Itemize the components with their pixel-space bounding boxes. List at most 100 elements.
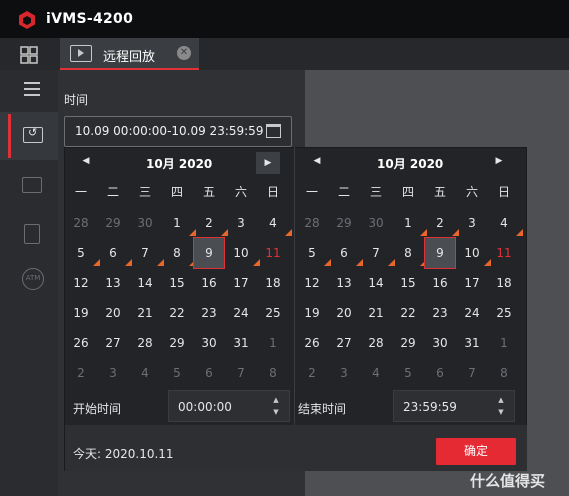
day-cell[interactable]: 5 [162,359,192,387]
day-cell[interactable]: 13 [98,269,128,297]
list-icon[interactable] [22,177,42,193]
day-cell[interactable]: 12 [66,269,96,297]
day-cell[interactable]: 15 [393,269,423,297]
day-cell[interactable]: 5 [66,239,100,267]
day-cell[interactable]: 2 [425,209,459,237]
day-cell[interactable]: 4 [361,359,391,387]
day-cell[interactable]: 28 [297,209,327,237]
day-cell[interactable]: 7 [457,359,487,387]
grid-menu-icon[interactable] [20,46,38,64]
next-month-button-start[interactable]: ▶ [256,152,280,174]
spin-down-icon[interactable]: ▼ [271,408,281,417]
day-cell[interactable]: 7 [361,239,395,267]
day-cell[interactable]: 20 [98,299,128,327]
day-cell[interactable]: 1 [489,329,519,357]
day-cell[interactable]: 6 [194,359,224,387]
day-cell[interactable]: 17 [457,269,487,297]
day-cell[interactable]: 19 [66,299,96,327]
day-cell[interactable]: 4 [489,209,523,237]
day-cell[interactable]: 7 [226,359,256,387]
day-cell[interactable]: 3 [98,359,128,387]
day-cell[interactable]: 2 [194,209,228,237]
day-cell[interactable]: 28 [130,329,160,357]
selected-day-cell[interactable]: 9 [424,237,456,269]
day-cell[interactable]: 1 [393,209,427,237]
day-cell[interactable]: 28 [361,329,391,357]
day-cell[interactable]: 29 [98,209,128,237]
day-cell[interactable]: 8 [393,239,427,267]
day-cell[interactable]: 18 [258,269,288,297]
day-cell[interactable]: 25 [258,299,288,327]
day-cell[interactable]: 3 [329,359,359,387]
prev-month-button-end[interactable]: ◀ [307,152,327,172]
calendar-icon[interactable] [266,124,281,138]
day-cell[interactable]: 30 [194,329,224,357]
day-cell[interactable]: 20 [329,299,359,327]
day-cell[interactable]: 24 [226,299,256,327]
selected-day-cell[interactable]: 9 [193,237,225,269]
day-cell[interactable]: 19 [297,299,327,327]
day-cell[interactable]: 5 [297,239,331,267]
confirm-button[interactable]: 确定 [436,438,516,465]
day-cell[interactable]: 7 [130,239,164,267]
day-cell[interactable]: 18 [489,269,519,297]
day-cell[interactable]: 14 [130,269,160,297]
day-cell[interactable]: 1 [258,329,288,357]
day-cell[interactable]: 10 [226,239,260,267]
day-cell[interactable]: 23 [425,299,455,327]
day-cell[interactable]: 25 [489,299,519,327]
day-cell[interactable]: 30 [361,209,391,237]
day-cell[interactable]: 31 [226,329,256,357]
day-cell[interactable]: 30 [130,209,160,237]
day-cell[interactable]: 15 [162,269,192,297]
day-cell[interactable]: 2 [297,359,327,387]
day-cell[interactable]: 22 [162,299,192,327]
day-cell[interactable]: 10 [457,239,491,267]
day-cell[interactable]: 26 [297,329,327,357]
day-cell[interactable]: 27 [98,329,128,357]
day-cell[interactable]: 14 [361,269,391,297]
day-cell[interactable]: 5 [393,359,423,387]
day-cell[interactable]: 17 [226,269,256,297]
atm-icon[interactable]: ATM [22,268,44,290]
hamburger-menu-icon[interactable] [24,82,40,96]
day-cell[interactable]: 24 [457,299,487,327]
day-cell[interactable]: 6 [425,359,455,387]
device-icon[interactable] [24,224,40,244]
day-cell[interactable]: 3 [226,209,256,237]
day-cell[interactable]: 22 [393,299,423,327]
day-cell[interactable]: 29 [329,209,359,237]
day-cell[interactable]: 27 [329,329,359,357]
day-cell[interactable]: 21 [361,299,391,327]
day-cell[interactable]: 16 [194,269,224,297]
day-cell[interactable]: 6 [329,239,363,267]
day-cell[interactable]: 23 [194,299,224,327]
spin-up-icon[interactable]: ▲ [496,396,506,405]
prev-month-button-start[interactable]: ◀ [76,152,96,172]
day-cell[interactable]: 11 [258,239,288,267]
day-cell[interactable]: 26 [66,329,96,357]
close-icon[interactable]: ✕ [177,46,191,60]
day-cell[interactable]: 28 [66,209,96,237]
day-cell[interactable]: 4 [130,359,160,387]
day-cell[interactable]: 30 [425,329,455,357]
day-cell[interactable]: 8 [162,239,196,267]
day-cell[interactable]: 12 [297,269,327,297]
day-cell[interactable]: 1 [162,209,196,237]
day-cell[interactable]: 16 [425,269,455,297]
next-month-button-end[interactable]: ▶ [489,152,509,172]
spin-up-icon[interactable]: ▲ [271,396,281,405]
day-cell[interactable]: 2 [66,359,96,387]
day-cell[interactable]: 6 [98,239,132,267]
day-cell[interactable]: 29 [162,329,192,357]
day-cell[interactable]: 29 [393,329,423,357]
day-cell[interactable]: 11 [489,239,519,267]
day-cell[interactable]: 31 [457,329,487,357]
day-cell[interactable]: 21 [130,299,160,327]
day-cell[interactable]: 3 [457,209,487,237]
day-cell[interactable]: 8 [258,359,288,387]
replay-icon[interactable] [23,126,43,143]
day-cell[interactable]: 4 [258,209,292,237]
day-cell[interactable]: 13 [329,269,359,297]
spin-down-icon[interactable]: ▼ [496,408,506,417]
